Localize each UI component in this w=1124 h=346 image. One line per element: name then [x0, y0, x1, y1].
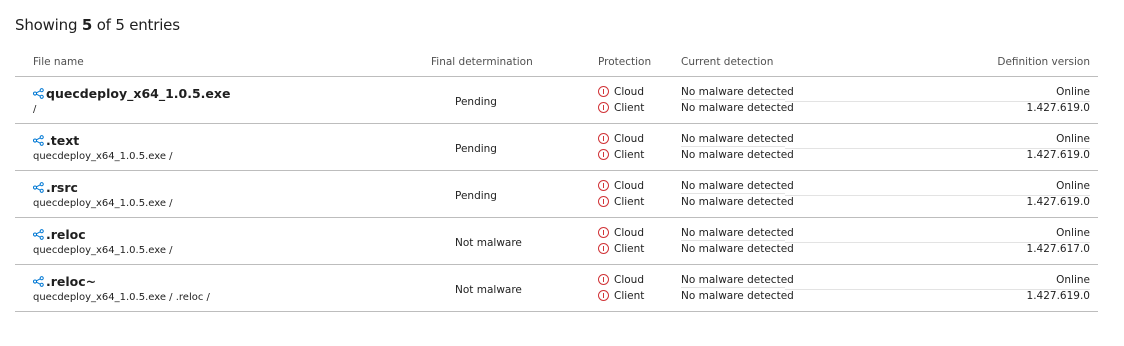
cloud-definition-version: Online	[1056, 133, 1090, 145]
client-detection: No malware detected	[681, 290, 794, 302]
file-path: quecdeploy_x64_1.0.5.exe /	[33, 245, 173, 256]
client-definition-version: 1.427.617.0	[1026, 243, 1090, 255]
share-nodes-icon	[33, 135, 44, 146]
final-determination: Pending	[455, 96, 497, 108]
warning-circle-icon	[598, 133, 609, 144]
client-definition-version: 1.427.619.0	[1026, 290, 1090, 302]
warning-circle-icon	[598, 274, 609, 285]
protection-label: Client	[614, 243, 645, 255]
file-path: quecdeploy_x64_1.0.5.exe /	[33, 151, 173, 162]
protection-label: Cloud	[614, 274, 644, 286]
warning-circle-icon	[598, 149, 609, 160]
file-results-table: File name Final determination Protection…	[15, 52, 1098, 312]
summary-prefix: Showing	[15, 16, 78, 34]
file-name-cell[interactable]: .text	[33, 133, 79, 148]
warning-circle-icon	[598, 290, 609, 301]
protection-label: Client	[614, 196, 645, 208]
client-definition-version: 1.427.619.0	[1026, 196, 1090, 208]
client-definition-version: 1.427.619.0	[1026, 102, 1090, 114]
file-name[interactable]: .reloc~	[46, 274, 96, 289]
share-nodes-icon	[33, 88, 44, 99]
protection-client: Client	[598, 102, 644, 114]
protection-label: Cloud	[614, 227, 644, 239]
file-name-cell[interactable]: quecdeploy_x64_1.0.5.exe	[33, 86, 230, 101]
table-row[interactable]: .text quecdeploy_x64_1.0.5.exe / Pending…	[15, 124, 1098, 171]
file-name[interactable]: .reloc	[46, 227, 86, 242]
warning-circle-icon	[598, 180, 609, 191]
cloud-detection: No malware detected	[681, 227, 794, 241]
file-name-cell[interactable]: .rsrc	[33, 180, 78, 195]
protection-label: Cloud	[614, 133, 644, 145]
protection-label: Client	[614, 102, 645, 114]
table-row[interactable]: .reloc~ quecdeploy_x64_1.0.5.exe / .relo…	[15, 265, 1098, 312]
header-current-detection[interactable]: Current detection	[681, 56, 773, 68]
protection-cloud: Cloud	[598, 86, 644, 98]
warning-circle-icon	[598, 243, 609, 254]
cloud-detection: No malware detected	[681, 86, 794, 100]
cloud-detection: No malware detected	[681, 133, 794, 147]
client-detection: No malware detected	[681, 196, 794, 208]
share-nodes-icon	[33, 276, 44, 287]
table-row[interactable]: quecdeploy_x64_1.0.5.exe / Pending Cloud…	[15, 77, 1098, 124]
cloud-detection: No malware detected	[681, 274, 794, 288]
table-row[interactable]: .rsrc quecdeploy_x64_1.0.5.exe / Pending…	[15, 171, 1098, 218]
cloud-definition-version: Online	[1056, 274, 1090, 286]
table-row[interactable]: .reloc quecdeploy_x64_1.0.5.exe / Not ma…	[15, 218, 1098, 265]
final-determination: Pending	[455, 143, 497, 155]
file-path: /	[33, 104, 37, 115]
warning-circle-icon	[598, 86, 609, 97]
protection-cloud: Cloud	[598, 180, 644, 192]
warning-circle-icon	[598, 196, 609, 207]
protection-cloud: Cloud	[598, 274, 644, 286]
protection-cloud: Cloud	[598, 133, 644, 145]
file-name-cell[interactable]: .reloc~	[33, 274, 96, 289]
header-definition-version[interactable]: Definition version	[997, 56, 1090, 68]
warning-circle-icon	[598, 102, 609, 113]
protection-client: Client	[598, 149, 644, 161]
file-name-cell[interactable]: .reloc	[33, 227, 86, 242]
client-detection: No malware detected	[681, 149, 794, 161]
share-nodes-icon	[33, 182, 44, 193]
final-determination: Not malware	[455, 237, 522, 249]
cloud-definition-version: Online	[1056, 86, 1090, 98]
summary-count: 5	[81, 16, 93, 34]
client-definition-version: 1.427.619.0	[1026, 149, 1090, 161]
header-protection[interactable]: Protection	[598, 56, 651, 68]
cloud-definition-version: Online	[1056, 180, 1090, 192]
protection-label: Client	[614, 290, 645, 302]
final-determination: Pending	[455, 190, 497, 202]
file-path: quecdeploy_x64_1.0.5.exe / .reloc /	[33, 292, 210, 303]
protection-label: Cloud	[614, 180, 644, 192]
cloud-detection: No malware detected	[681, 180, 794, 194]
file-name[interactable]: .rsrc	[46, 180, 78, 195]
warning-circle-icon	[598, 227, 609, 238]
protection-label: Client	[614, 149, 645, 161]
file-path: quecdeploy_x64_1.0.5.exe /	[33, 198, 173, 209]
header-file-name[interactable]: File name	[33, 56, 84, 68]
entries-summary: Showing 5 of 5 entries	[15, 16, 180, 34]
client-detection: No malware detected	[681, 243, 794, 255]
client-detection: No malware detected	[681, 102, 794, 114]
cloud-definition-version: Online	[1056, 227, 1090, 239]
summary-suffix: of 5 entries	[96, 16, 180, 34]
protection-client: Client	[598, 196, 644, 208]
file-name[interactable]: .text	[46, 133, 79, 148]
protection-client: Client	[598, 243, 644, 255]
final-determination: Not malware	[455, 284, 522, 296]
protection-label: Cloud	[614, 86, 644, 98]
header-final-determination[interactable]: Final determination	[431, 56, 533, 68]
file-name[interactable]: quecdeploy_x64_1.0.5.exe	[46, 86, 230, 101]
table-header: File name Final determination Protection…	[15, 52, 1098, 77]
protection-client: Client	[598, 290, 644, 302]
protection-cloud: Cloud	[598, 227, 644, 239]
share-nodes-icon	[33, 229, 44, 240]
